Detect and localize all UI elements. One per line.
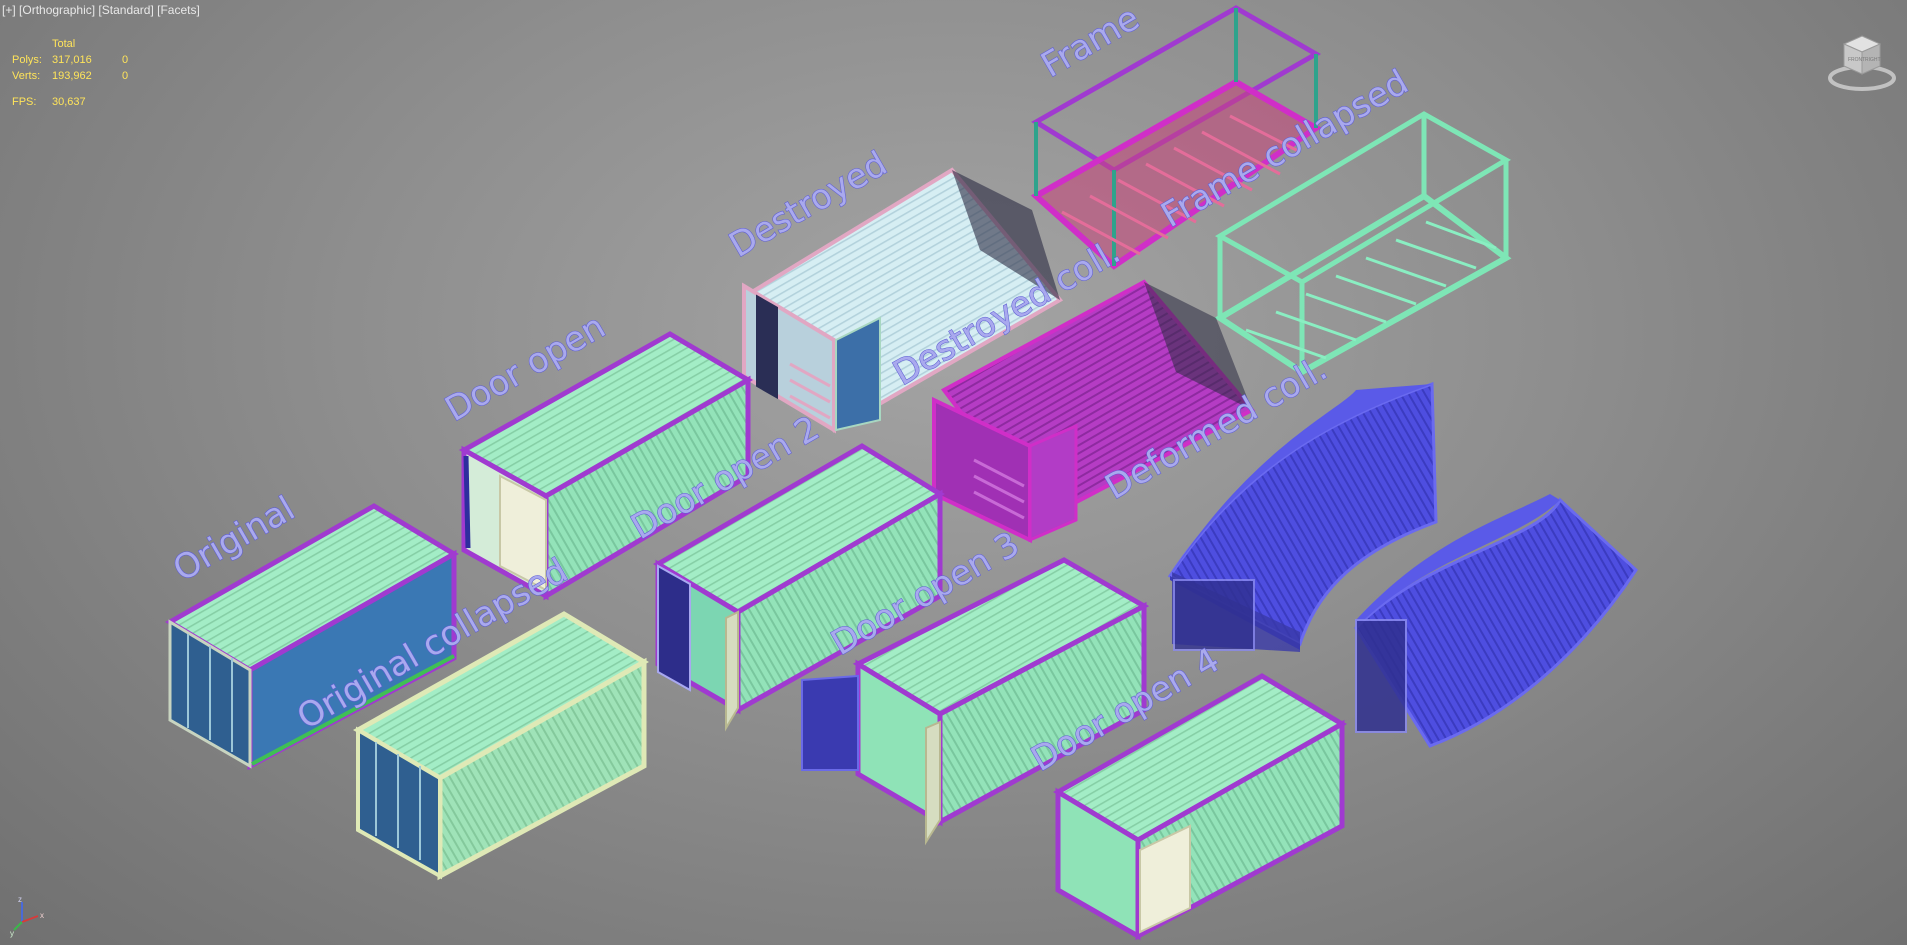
axis-y-label: y xyxy=(10,929,14,938)
axis-z-label: z xyxy=(18,895,22,904)
frame-label-group: Frame xyxy=(1034,0,1147,86)
viewport-scene[interactable]: Frame Frame collapsed Destroyed Destroye… xyxy=(0,0,1907,945)
axis-gizmo-icon: z x y xyxy=(10,895,44,938)
axis-x-label: x xyxy=(40,911,44,920)
label-frame: Frame xyxy=(1035,0,1147,86)
